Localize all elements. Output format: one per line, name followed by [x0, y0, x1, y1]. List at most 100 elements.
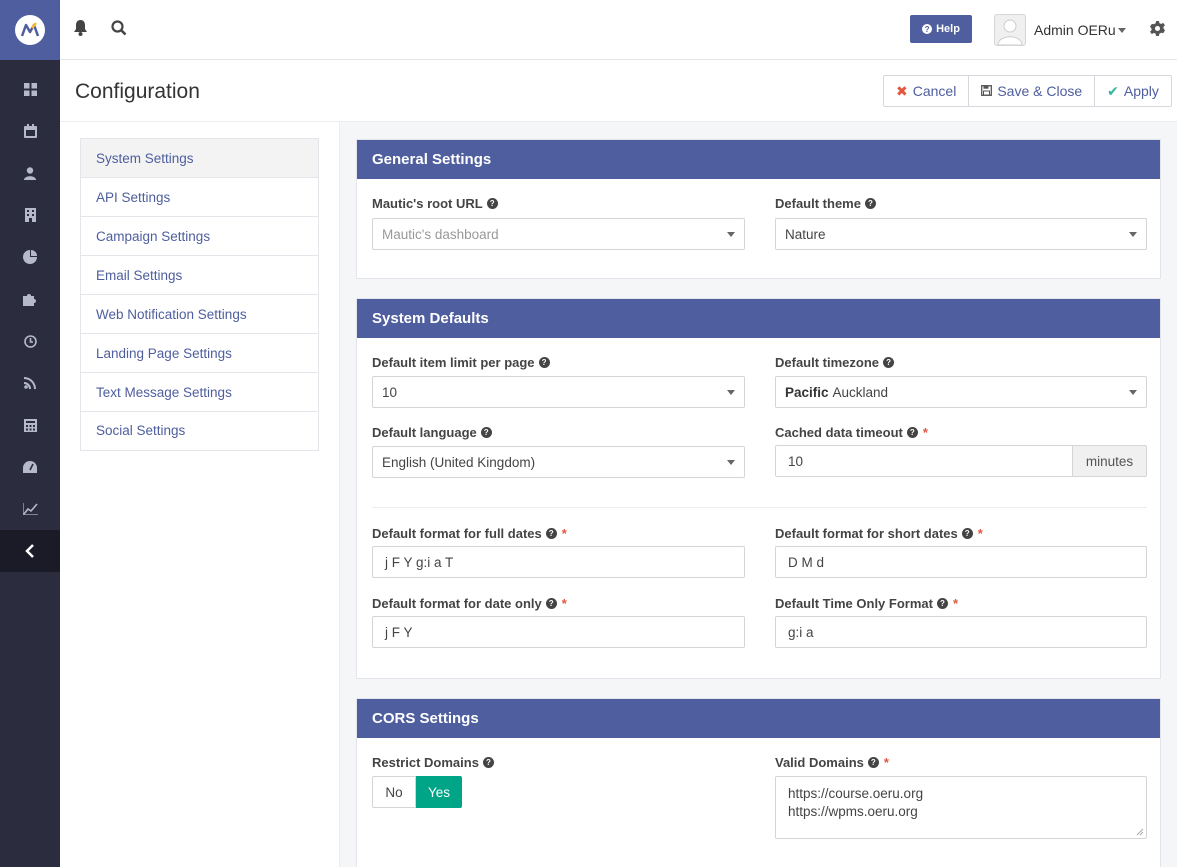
search-icon[interactable]	[111, 20, 127, 40]
calendar-icon[interactable]	[0, 110, 60, 152]
page-title: Configuration	[75, 80, 200, 103]
help-icon[interactable]: ?	[480, 427, 492, 438]
item-limit-select[interactable]: 10	[372, 376, 745, 408]
companies-icon[interactable]	[0, 194, 60, 236]
help-icon[interactable]: ?	[961, 528, 973, 539]
short-date-input[interactable]: D M d	[775, 546, 1147, 578]
required-marker: *	[952, 596, 959, 611]
chevron-down-icon	[1129, 232, 1137, 237]
root-url-select[interactable]: Mautic's dashboard	[372, 218, 745, 250]
required-marker: *	[922, 425, 928, 440]
valid-domain-line: https://wpms.oeru.org	[788, 804, 918, 819]
valid-domains-label: Valid Domains ? *	[775, 755, 889, 770]
settings-nav-campaign[interactable]: Campaign Settings	[81, 217, 318, 256]
timezone-label: Default timezone ?	[775, 355, 895, 370]
date-only-label: Default format for date only ? *	[372, 596, 567, 611]
collapse-icon[interactable]	[0, 530, 60, 572]
help-icon[interactable]: ?	[545, 598, 557, 609]
points-icon[interactable]	[0, 320, 60, 362]
channels-icon[interactable]	[0, 362, 60, 404]
contacts-icon[interactable]	[0, 152, 60, 194]
language-select[interactable]: English (United Kingdom)	[372, 446, 745, 478]
required-marker: *	[883, 755, 889, 770]
settings-nav-web-notification[interactable]: Web Notification Settings	[81, 295, 318, 334]
default-theme-select[interactable]: Nature	[775, 218, 1147, 250]
time-only-label: Default Time Only Format ? *	[775, 596, 959, 611]
settings-nav-landing-page[interactable]: Landing Page Settings	[81, 334, 318, 373]
valid-domain-line: https://course.oeru.org	[788, 786, 924, 801]
help-icon[interactable]: ?	[936, 598, 948, 609]
avatar[interactable]	[994, 14, 1026, 46]
close-icon: ✖	[896, 82, 908, 99]
check-icon: ✔	[1107, 82, 1119, 99]
chevron-down-icon	[727, 390, 735, 395]
cache-timeout-input[interactable]: 10	[775, 445, 1073, 477]
bell-icon[interactable]	[73, 20, 88, 40]
general-settings-panel: General Settings Mautic's root URL ? Mau…	[356, 139, 1161, 279]
settings-nav-email[interactable]: Email Settings	[81, 256, 318, 295]
dashboard-icon[interactable]	[0, 68, 60, 110]
time-only-input[interactable]: g:i a	[775, 616, 1147, 648]
full-date-label: Default format for full dates ? *	[372, 526, 567, 541]
reports-icon[interactable]	[0, 446, 60, 488]
panel-title: System Defaults	[357, 299, 1160, 338]
help-icon[interactable]: ?	[482, 757, 494, 768]
restrict-no-button[interactable]: No	[372, 776, 416, 808]
settings-main: General Settings Mautic's root URL ? Mau…	[340, 122, 1177, 867]
chevron-down-icon	[1129, 390, 1137, 395]
settings-nav-api[interactable]: API Settings	[81, 178, 318, 217]
required-marker: *	[977, 526, 983, 541]
settings-nav: System Settings API Settings Campaign Se…	[80, 138, 319, 451]
root-url-label: Mautic's root URL ?	[372, 196, 498, 211]
help-icon[interactable]: ?	[883, 357, 895, 368]
timezone-select[interactable]: Pacific Auckland	[775, 376, 1147, 408]
help-icon[interactable]: ?	[864, 198, 876, 209]
help-icon[interactable]: ?	[545, 528, 557, 539]
logo-icon[interactable]	[0, 0, 60, 60]
apply-button[interactable]: ✔ Apply	[1095, 76, 1171, 106]
minutes-addon: minutes	[1073, 445, 1147, 477]
content: System Settings API Settings Campaign Se…	[60, 122, 1177, 867]
stages-icon[interactable]	[0, 404, 60, 446]
help-icon[interactable]: ?	[538, 357, 550, 368]
page-header: Configuration ✖ Cancel Save & Close ✔ Ap…	[60, 60, 1177, 122]
settings-nav-system[interactable]: System Settings	[81, 139, 318, 178]
restrict-domains-toggle: No Yes	[372, 776, 462, 808]
item-limit-label: Default item limit per page ?	[372, 355, 550, 370]
chevron-down-icon	[727, 460, 735, 465]
save-icon	[981, 83, 993, 99]
cache-timeout-label: Cached data timeout ? *	[775, 425, 928, 440]
analytics-icon[interactable]	[0, 488, 60, 530]
cancel-button[interactable]: ✖ Cancel	[884, 76, 970, 106]
help-icon[interactable]: ?	[867, 757, 879, 768]
toolbar: ✖ Cancel Save & Close ✔ Apply	[883, 75, 1172, 107]
default-theme-label: Default theme ?	[775, 196, 876, 211]
full-date-input[interactable]: j F Y g:i a T	[372, 546, 745, 578]
divider	[372, 507, 1147, 508]
chevron-down-icon[interactable]	[1118, 28, 1126, 33]
panel-title: CORS Settings	[357, 699, 1160, 738]
segments-icon[interactable]	[0, 236, 60, 278]
cors-settings-panel: CORS Settings Restrict Domains ? No Yes …	[356, 698, 1161, 867]
restrict-domains-label: Restrict Domains ?	[372, 755, 494, 770]
save-close-button[interactable]: Save & Close	[969, 76, 1096, 106]
required-marker: *	[561, 526, 567, 541]
short-date-label: Default format for short dates ? *	[775, 526, 983, 541]
restrict-yes-button[interactable]: Yes	[416, 776, 462, 808]
resize-grip-icon[interactable]	[1136, 828, 1144, 836]
language-label: Default language ?	[372, 425, 492, 440]
settings-nav-social[interactable]: Social Settings	[81, 412, 318, 450]
components-icon[interactable]	[0, 278, 60, 320]
left-sidebar	[0, 0, 60, 867]
valid-domains-textarea[interactable]: https://course.oeru.org https://wpms.oer…	[775, 776, 1147, 839]
system-defaults-panel: System Defaults Default item limit per p…	[356, 298, 1161, 679]
date-only-input[interactable]: j F Y	[372, 616, 745, 648]
user-name[interactable]: Admin OERu	[1034, 22, 1116, 38]
chevron-down-icon	[727, 232, 735, 237]
settings-nav-text-message[interactable]: Text Message Settings	[81, 373, 318, 412]
help-icon[interactable]: ?	[906, 427, 918, 438]
help-button[interactable]: ? Help	[910, 15, 972, 43]
top-bar: ? Help Admin OERu	[60, 0, 1177, 60]
help-icon[interactable]: ?	[486, 198, 498, 209]
gear-icon[interactable]	[1150, 21, 1165, 39]
